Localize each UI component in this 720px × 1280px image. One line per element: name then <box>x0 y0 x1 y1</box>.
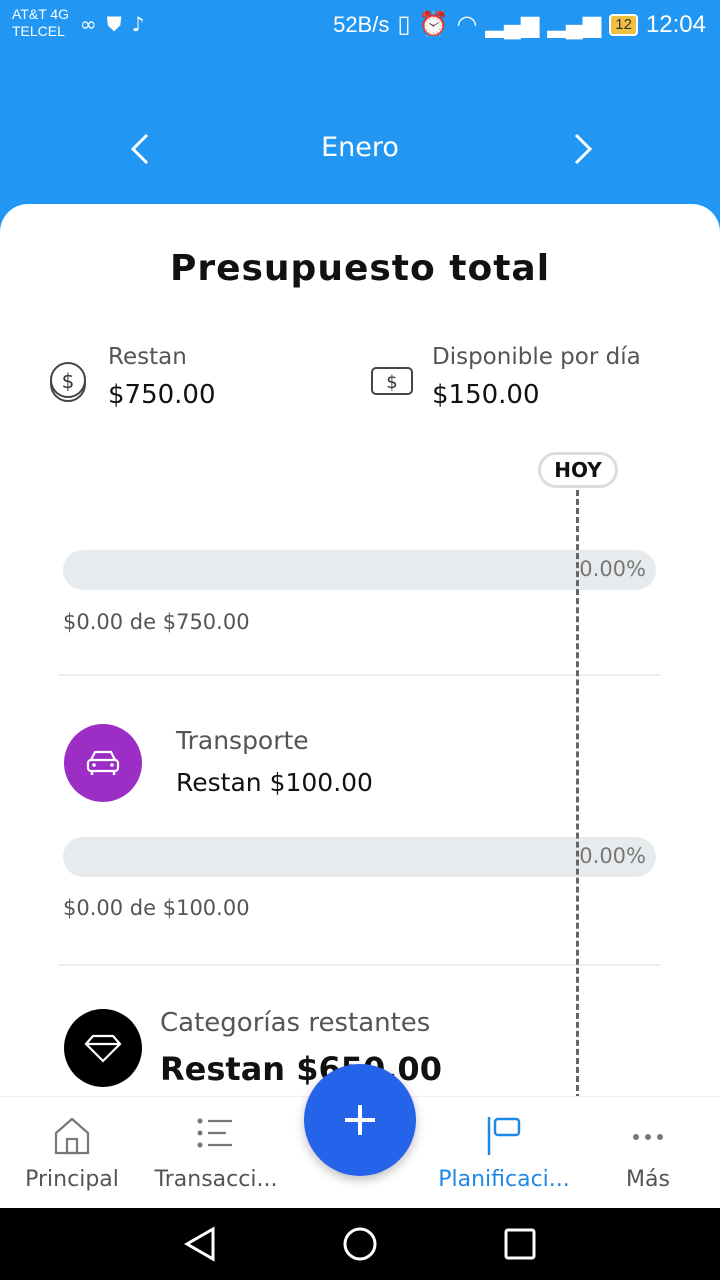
total-progress-bar: 0.00% <box>63 550 656 590</box>
category-name: Categorías restantes <box>160 1008 431 1038</box>
system-indicators: 52B/s ▯ ⏰ ◠ ▂▄▆ ▂▄▆ 12 12:04 <box>333 10 706 39</box>
music-note-icon: ♪ <box>131 12 145 36</box>
total-percent: 0.00% <box>579 557 646 581</box>
recents-icon[interactable] <box>503 1227 537 1261</box>
current-month: Enero <box>321 132 399 163</box>
banknote-icon: $ <box>371 367 413 395</box>
category-percent: 0.00% <box>579 844 646 868</box>
remaining-categories-icon[interactable] <box>64 1009 142 1087</box>
carrier-name: AT&T 4G <box>12 6 70 22</box>
nav-label: Planificaci... <box>438 1167 570 1192</box>
category-progress-bar: 0.00% <box>63 837 656 877</box>
battery-indicator: 12 <box>609 13 638 36</box>
nav-label: Principal <box>25 1167 119 1192</box>
vibrate-icon: ▯ <box>397 11 411 38</box>
carrier-info: AT&T 4G TELCEL <box>12 6 69 40</box>
divider <box>58 674 661 676</box>
nav-item-principal[interactable]: Principal <box>0 1097 144 1209</box>
wifi-icon: ◠ <box>456 11 478 38</box>
nav-item-planificacion[interactable]: Planificaci... <box>432 1097 576 1209</box>
nav-item-mas[interactable]: Más <box>576 1097 720 1209</box>
flag-icon <box>487 1117 521 1155</box>
category-name: Transporte <box>176 726 309 755</box>
home-circle-icon[interactable] <box>342 1226 378 1262</box>
today-badge: HOY <box>538 452 618 488</box>
network-speed: 52B/s <box>333 11 390 37</box>
back-icon[interactable] <box>183 1226 217 1262</box>
divider <box>58 964 661 966</box>
total-progress-text: $0.00 de $750.00 <box>63 610 250 634</box>
remaining-label: Restan <box>108 344 187 370</box>
next-month-icon[interactable] <box>568 132 598 166</box>
shield-icon: ⛊ <box>106 12 122 36</box>
signal-icon-2: ▂▄▆ <box>547 11 602 38</box>
svg-text:$: $ <box>386 372 397 393</box>
list-icon <box>197 1118 232 1148</box>
signal-icon: ▂▄▆ <box>485 11 540 38</box>
coin-icon: $ <box>50 362 86 402</box>
home-icon <box>54 1117 90 1155</box>
svg-text:$: $ <box>62 369 75 393</box>
budget-card: Presupuesto total $ Restan $750.00 $ Dis… <box>0 204 720 1096</box>
remaining-stat: Restan $750.00 <box>108 344 216 410</box>
infinity-icon: ∞ <box>80 12 97 36</box>
daily-value: $150.00 <box>432 380 540 410</box>
diamond-icon <box>84 1034 122 1063</box>
daily-stat: Disponible por día $150.00 <box>432 344 641 410</box>
status-bar: AT&T 4G TELCEL ∞ ⛊ ♪ 52B/s ▯ ⏰ ◠ ▂▄▆ ▂▄▆… <box>0 0 720 48</box>
alarm-icon: ⏰ <box>418 11 449 38</box>
daily-label: Disponible por día <box>432 344 641 370</box>
category-progress-text: $0.00 de $100.00 <box>63 896 250 920</box>
car-icon <box>86 750 120 775</box>
system-navigation-bar <box>0 1208 720 1280</box>
carrier-name-secondary: TELCEL <box>12 23 65 39</box>
today-marker-line <box>576 490 579 1096</box>
nav-item-transacciones[interactable]: Transacci... <box>144 1097 288 1209</box>
transport-category-icon[interactable] <box>64 724 142 802</box>
category-remaining: Restan $100.00 <box>176 768 373 797</box>
plus-icon <box>345 1105 375 1135</box>
clock: 12:04 <box>645 10 706 38</box>
nav-label: Transacci... <box>154 1167 278 1192</box>
budget-title: Presupuesto total <box>169 248 551 289</box>
add-transaction-button[interactable] <box>304 1064 416 1176</box>
notification-icons: ∞ ⛊ ♪ <box>80 12 144 36</box>
more-icon <box>633 1134 663 1140</box>
nav-label: Más <box>626 1167 670 1192</box>
remaining-value: $750.00 <box>108 380 216 410</box>
